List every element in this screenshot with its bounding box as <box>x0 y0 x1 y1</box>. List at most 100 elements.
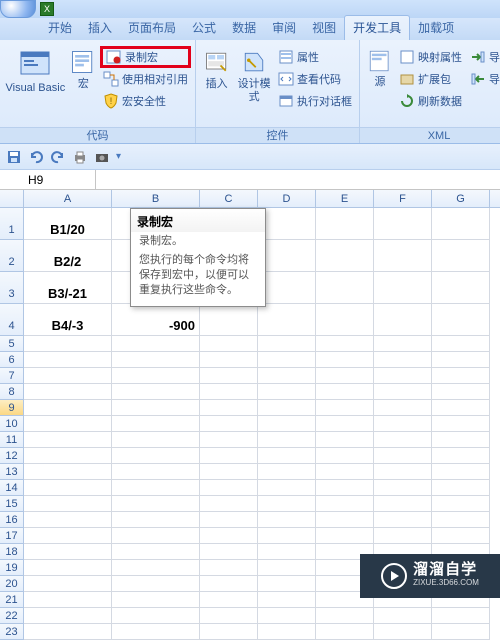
cell[interactable] <box>432 528 490 544</box>
cell[interactable] <box>24 400 112 416</box>
cell[interactable] <box>200 512 258 528</box>
cell[interactable] <box>316 512 374 528</box>
col-header-C[interactable]: C <box>200 190 258 207</box>
cell[interactable] <box>200 496 258 512</box>
cell[interactable] <box>432 304 490 336</box>
map-properties-button[interactable]: 映射属性 <box>396 46 465 68</box>
row-header[interactable]: 19 <box>0 560 24 576</box>
cell[interactable] <box>258 480 316 496</box>
cell[interactable] <box>24 528 112 544</box>
cell[interactable] <box>316 624 374 640</box>
run-dialog-button[interactable]: 执行对话框 <box>275 90 355 112</box>
insert-control-button[interactable]: 插入 <box>200 44 233 124</box>
col-header-E[interactable]: E <box>316 190 374 207</box>
cell[interactable] <box>432 496 490 512</box>
cell[interactable] <box>200 624 258 640</box>
cell[interactable] <box>24 512 112 528</box>
cell[interactable] <box>258 384 316 400</box>
row-header[interactable]: 12 <box>0 448 24 464</box>
cell[interactable] <box>258 208 316 240</box>
cell[interactable] <box>112 336 200 352</box>
cell[interactable] <box>258 448 316 464</box>
row-header[interactable]: 4 <box>0 304 24 336</box>
row-header[interactable]: 5 <box>0 336 24 352</box>
cell[interactable] <box>112 496 200 512</box>
qat-dropdown-icon[interactable]: ▾ <box>116 151 121 162</box>
cell[interactable] <box>200 304 258 336</box>
cell[interactable] <box>200 368 258 384</box>
undo-icon[interactable] <box>28 149 44 165</box>
cell[interactable] <box>316 528 374 544</box>
row-header[interactable]: 20 <box>0 576 24 592</box>
cell[interactable] <box>112 624 200 640</box>
cell[interactable] <box>112 464 200 480</box>
cell[interactable] <box>374 496 432 512</box>
cell[interactable] <box>24 336 112 352</box>
cell[interactable] <box>316 384 374 400</box>
cell[interactable]: -900 <box>112 304 200 336</box>
cell[interactable] <box>316 368 374 384</box>
cell[interactable] <box>258 400 316 416</box>
office-button[interactable] <box>0 0 36 18</box>
row-header[interactable]: 14 <box>0 480 24 496</box>
redo-icon[interactable] <box>50 149 66 165</box>
cell[interactable] <box>316 272 374 304</box>
expansion-pack-button[interactable]: 扩展包 <box>396 68 465 90</box>
cell[interactable] <box>316 208 374 240</box>
name-box[interactable]: H9 <box>0 170 96 190</box>
xml-source-button[interactable]: 源 <box>364 44 396 124</box>
cell[interactable] <box>200 560 258 576</box>
cell[interactable] <box>374 240 432 272</box>
cell[interactable] <box>112 400 200 416</box>
cell[interactable] <box>374 304 432 336</box>
cell[interactable] <box>432 240 490 272</box>
col-header-D[interactable]: D <box>258 190 316 207</box>
cell[interactable] <box>374 464 432 480</box>
row-header[interactable]: 6 <box>0 352 24 368</box>
row-header[interactable]: 13 <box>0 464 24 480</box>
cell[interactable] <box>24 544 112 560</box>
cell[interactable] <box>24 592 112 608</box>
cell[interactable] <box>112 384 200 400</box>
row-header[interactable]: 18 <box>0 544 24 560</box>
col-header-G[interactable]: G <box>432 190 490 207</box>
macro-button[interactable]: 宏 <box>67 44 100 124</box>
cell[interactable] <box>374 368 432 384</box>
row-header[interactable]: 1 <box>0 208 24 240</box>
cell[interactable] <box>316 448 374 464</box>
cell[interactable] <box>316 432 374 448</box>
tab-insert[interactable]: 插入 <box>80 16 120 40</box>
cell[interactable] <box>374 400 432 416</box>
row-header[interactable]: 9 <box>0 400 24 416</box>
cell[interactable] <box>374 432 432 448</box>
cell[interactable] <box>432 464 490 480</box>
view-code-button[interactable]: 查看代码 <box>275 68 355 90</box>
cell[interactable] <box>258 368 316 384</box>
cell[interactable] <box>200 400 258 416</box>
design-mode-button[interactable]: 设计模式 <box>233 44 275 124</box>
cell[interactable] <box>24 576 112 592</box>
cell[interactable] <box>24 624 112 640</box>
tab-review[interactable]: 审阅 <box>264 16 304 40</box>
visual-basic-button[interactable]: Visual Basic <box>4 44 67 124</box>
cell[interactable] <box>432 384 490 400</box>
cell[interactable] <box>258 464 316 480</box>
cell[interactable] <box>24 384 112 400</box>
cell[interactable] <box>200 592 258 608</box>
tab-data[interactable]: 数据 <box>224 16 264 40</box>
cell[interactable] <box>374 336 432 352</box>
cell[interactable] <box>258 336 316 352</box>
cell[interactable] <box>316 496 374 512</box>
cell[interactable] <box>200 416 258 432</box>
cell[interactable] <box>200 608 258 624</box>
cell[interactable] <box>200 352 258 368</box>
save-icon[interactable] <box>6 149 22 165</box>
cell[interactable]: B3/-21 <box>24 272 112 304</box>
cell[interactable] <box>258 304 316 336</box>
cell[interactable] <box>258 240 316 272</box>
cell[interactable] <box>374 272 432 304</box>
cell[interactable] <box>258 352 316 368</box>
cell[interactable] <box>200 480 258 496</box>
cell[interactable] <box>432 272 490 304</box>
cell[interactable] <box>200 528 258 544</box>
